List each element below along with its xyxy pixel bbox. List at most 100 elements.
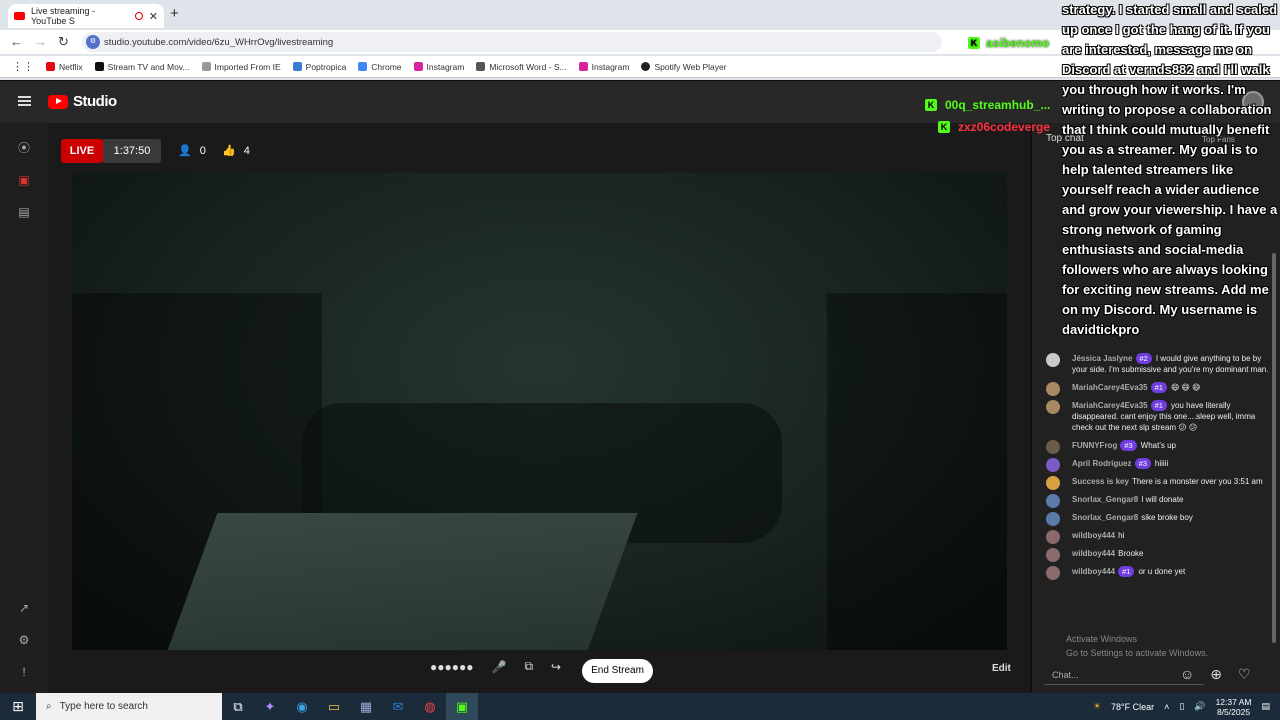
chat-avatar[interactable] xyxy=(1046,440,1060,454)
chat-avatar[interactable] xyxy=(1046,566,1060,580)
chat-author[interactable]: MariahCarey4Eva35 xyxy=(1072,383,1148,392)
bookmark-instagram-2[interactable]: Instagram xyxy=(578,62,629,72)
chat-message[interactable]: MariahCarey4Eva35 #1 😄 😄 😄 xyxy=(1046,382,1270,396)
chat-author[interactable]: Jéssica Jaslyne xyxy=(1072,354,1133,363)
microphone-icon[interactable]: 🎤 xyxy=(492,660,507,674)
outlook-icon[interactable]: ✉ xyxy=(382,693,414,720)
store-icon[interactable]: ▦ xyxy=(350,693,382,720)
site-info-icon[interactable]: ⚙ xyxy=(86,35,100,49)
chat-author[interactable]: Snorlax_Gengar8 xyxy=(1072,513,1138,522)
tab-title: Live streaming - YouTube S xyxy=(31,6,96,26)
chat-message[interactable]: FUNNYFrog #3 What's up xyxy=(1046,440,1270,454)
member-badge: #1 xyxy=(1150,382,1167,393)
bookmark-poptropica[interactable]: Poptropica xyxy=(292,61,347,72)
clock[interactable]: 12:37 AM 8/5/2025 xyxy=(1216,697,1252,717)
stream-icon[interactable]: ⦿ xyxy=(17,141,31,155)
chat-author[interactable]: FUNNYFrog xyxy=(1072,441,1117,450)
file-explorer-icon[interactable]: ▭ xyxy=(318,693,350,720)
youtube-icon xyxy=(14,12,25,20)
video-preview[interactable] xyxy=(72,173,1007,650)
new-tab-icon[interactable]: + xyxy=(170,5,179,22)
chat-message[interactable]: Jéssica Jaslyne #2 I would give anything t… xyxy=(1046,353,1270,375)
end-stream-button[interactable]: End Stream xyxy=(582,659,653,683)
kick-username: zxz06codeverge xyxy=(958,120,1051,134)
bookmark-stream-tv[interactable]: Stream TV and Mov... xyxy=(94,62,190,72)
chat-message[interactable]: April Rodriguez #3 hiiiii xyxy=(1046,458,1270,472)
url-text: studio.youtube.com/video/6zu_WHrrOvg/liv… xyxy=(104,36,334,48)
bookmark-netflix[interactable]: Netflix xyxy=(46,62,83,72)
chat-message[interactable]: wildboy444 hi xyxy=(1046,530,1270,544)
emoji-icon[interactable]: ☺ xyxy=(1180,666,1194,683)
weather-text[interactable]: 78°F Clear xyxy=(1111,702,1154,712)
bookmark-label: Poptropica xyxy=(305,61,347,72)
chat-avatar[interactable] xyxy=(1046,400,1060,414)
bookmark-instagram[interactable]: Instagram xyxy=(413,62,464,72)
heart-icon[interactable]: ♡ xyxy=(1238,666,1251,683)
bookmark-imported[interactable]: Imported From IE xyxy=(201,62,281,72)
viewer-count-value: 0 xyxy=(199,144,206,157)
close-tab-icon[interactable]: ✕ xyxy=(149,10,158,23)
reload-icon[interactable]: ↻ xyxy=(58,34,69,50)
chat-author[interactable]: wildboy444 xyxy=(1072,567,1115,576)
chat-author[interactable]: MariahCarey4Eva35 xyxy=(1072,401,1148,410)
calendar-icon[interactable]: ▤ xyxy=(17,205,31,219)
chat-avatar[interactable] xyxy=(1046,382,1060,396)
chat-avatar[interactable] xyxy=(1046,353,1060,367)
more-dots-icon[interactable]: ●●●●●● xyxy=(430,660,474,674)
back-icon[interactable]: ← xyxy=(10,34,23,49)
chat-text: There is a monster over you 3:51 am xyxy=(1131,477,1263,486)
chat-avatar[interactable] xyxy=(1046,458,1060,472)
chat-message[interactable]: Snorlax_Gengar8 sike broke boy xyxy=(1046,512,1270,526)
chat-avatar[interactable] xyxy=(1046,548,1060,562)
chat-text: I will donate xyxy=(1141,495,1184,504)
like-count: 👍 4 xyxy=(222,144,250,158)
notification-icon[interactable]: ▤ xyxy=(1261,701,1270,712)
forward-icon[interactable]: → xyxy=(34,34,47,49)
chat-author[interactable]: Snorlax_Gengar8 xyxy=(1072,495,1138,504)
bookmark-chrome[interactable]: Chrome xyxy=(358,62,402,72)
chat-message[interactable]: Snorlax_Gengar8 I will donate xyxy=(1046,494,1270,508)
chat-message[interactable]: MariahCarey4Eva35 #1 you have literally di… xyxy=(1046,400,1270,433)
chat-avatar[interactable] xyxy=(1046,530,1060,544)
like-count-value: 4 xyxy=(243,144,250,157)
chat-author[interactable]: wildboy444 xyxy=(1072,549,1115,558)
edge-icon[interactable]: ◉ xyxy=(286,693,318,720)
chat-message[interactable]: Success is key There is a monster over yo… xyxy=(1046,476,1270,490)
feedback-icon[interactable]: ! xyxy=(17,665,31,679)
chat-author[interactable]: April Rodriguez xyxy=(1072,459,1132,468)
chat-message[interactable]: wildboy444 Brooke xyxy=(1046,548,1270,562)
copilot-icon[interactable]: ✦ xyxy=(254,693,286,720)
chat-text: Brooke xyxy=(1118,549,1144,558)
menu-icon[interactable] xyxy=(18,96,31,106)
netflix-icon xyxy=(46,62,55,71)
bookmark-spotify[interactable]: Spotify Web Player xyxy=(641,62,727,72)
tray-chevron-icon[interactable]: ˄ xyxy=(1164,702,1169,712)
chrome-icon[interactable]: ◍ xyxy=(414,693,446,720)
bookmark-word[interactable]: Microsoft Word - S... xyxy=(476,62,567,72)
taskbar-search[interactable]: ⌕ Type here to search xyxy=(36,693,222,720)
chat-text: What's up xyxy=(1140,441,1176,450)
chat-avatar[interactable] xyxy=(1046,512,1060,526)
edit-button[interactable]: Edit xyxy=(992,663,1011,674)
volume-icon[interactable]: 🔊 xyxy=(1194,701,1205,712)
screen-share-icon[interactable]: ⧉ xyxy=(524,659,533,674)
chat-author[interactable]: wildboy444 xyxy=(1072,531,1115,540)
windows-start-icon[interactable]: ⊞ xyxy=(0,698,36,715)
settings-icon[interactable]: ⚙ xyxy=(17,633,31,647)
open-external-icon[interactable]: ↗ xyxy=(17,601,31,615)
network-icon[interactable]: ▯ xyxy=(1179,701,1184,712)
address-bar[interactable]: ⚙ studio.youtube.com/video/6zu_WHrrOvg/l… xyxy=(82,32,942,52)
chat-avatar[interactable] xyxy=(1046,494,1060,508)
kick-app-icon[interactable]: ▣ xyxy=(446,693,478,720)
studio-logo[interactable]: Studio xyxy=(48,93,117,110)
browser-tab[interactable]: Live streaming - YouTube S ✕ xyxy=(8,4,164,28)
chat-avatar[interactable] xyxy=(1046,476,1060,490)
chat-message[interactable]: wildboy444 #1 or u done yet xyxy=(1046,566,1270,580)
task-view-icon[interactable]: ⧉ xyxy=(222,693,254,720)
add-icon[interactable]: ⊕ xyxy=(1210,666,1222,683)
share-icon[interactable]: ↪ xyxy=(551,660,561,674)
camera-icon[interactable]: ▣ xyxy=(17,173,31,187)
hulu-icon xyxy=(94,62,104,71)
apps-icon[interactable]: ⋮⋮ xyxy=(12,60,34,73)
chat-author[interactable]: Success is key xyxy=(1072,477,1129,486)
